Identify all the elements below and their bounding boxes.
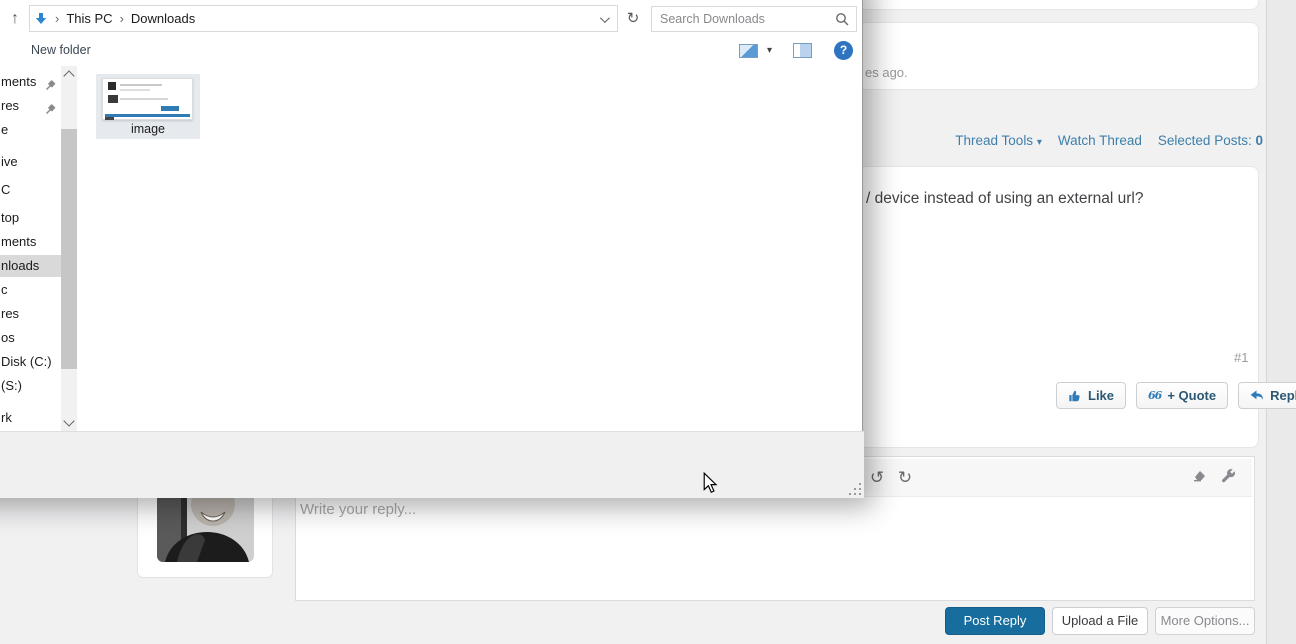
downloads-folder-icon	[35, 12, 47, 24]
wrench-icon[interactable]	[1221, 468, 1236, 488]
sidebar-item[interactable]: ments	[0, 231, 61, 253]
thumbs-up-icon	[1069, 390, 1080, 401]
thread-tools-menu[interactable]: Thread Tools ▾	[955, 133, 1042, 148]
reply-textarea[interactable]	[300, 501, 1250, 596]
sidebar-item[interactable]: (S:)	[0, 375, 61, 397]
sidebar-scrollbar[interactable]	[61, 66, 77, 431]
screen: es ago. Thread Tools ▾ Watch Thread Sele…	[0, 0, 1296, 644]
redo-icon[interactable]: ↻	[891, 468, 919, 488]
breadcrumb-separator: ›	[55, 11, 60, 26]
refresh-icon[interactable]: ↻	[621, 7, 645, 31]
up-directory-button[interactable]: ↑	[4, 7, 26, 31]
breadcrumb-this-pc[interactable]: This PC	[66, 11, 112, 26]
resize-grip[interactable]	[849, 483, 861, 495]
reply-button[interactable]: Reply	[1238, 382, 1296, 409]
sidebar-item[interactable]: c	[0, 279, 61, 301]
watch-thread-link[interactable]: Watch Thread	[1058, 133, 1142, 148]
search-input[interactable]	[652, 7, 822, 31]
selected-posts-count: 0	[1255, 133, 1263, 148]
more-options-button[interactable]: More Options...	[1155, 607, 1255, 635]
preview-pane-icon[interactable]	[793, 43, 813, 58]
file-open-dialog: ↑ › This PC › Downloads ↻ New folder ▾ ?	[0, 0, 864, 498]
sidebar-item[interactable]: os	[0, 327, 61, 349]
file-item-image[interactable]: image	[96, 74, 200, 139]
sidebar-item[interactable]: C	[0, 179, 61, 201]
sidebar-item[interactable]: ments	[0, 71, 61, 93]
selected-posts[interactable]: Selected Posts: 0	[1158, 133, 1263, 148]
sidebar-item[interactable]: ive	[0, 151, 61, 173]
scroll-up-icon[interactable]	[63, 70, 75, 82]
thread-toolbar: Thread Tools ▾ Watch Thread Selected Pos…	[955, 133, 1263, 148]
address-bar[interactable]: › This PC › Downloads	[29, 5, 618, 32]
post-action-buttons: Like 66 + Quote Reply	[1056, 382, 1296, 409]
sidebar-item[interactable]: res	[0, 303, 61, 325]
sidebar-item[interactable]: res	[0, 95, 61, 117]
search-box	[651, 6, 857, 32]
remove-formatting-icon[interactable]	[1190, 468, 1207, 487]
scroll-down-icon[interactable]	[63, 415, 75, 427]
page-right-gutter	[1266, 0, 1296, 644]
view-options: ▾ ?	[739, 41, 854, 60]
dialog-footer: File name: Custom Files Open Cancel	[0, 431, 864, 498]
undo-icon[interactable]: ↺	[863, 468, 891, 488]
breadcrumb-separator: ›	[119, 11, 124, 26]
upload-file-button[interactable]: Upload a File	[1052, 607, 1148, 635]
sidebar-item-downloads[interactable]: nloads	[0, 255, 61, 277]
search-icon[interactable]	[835, 12, 849, 31]
sidebar-item[interactable]: Disk (C:)	[0, 351, 61, 373]
like-button[interactable]: Like	[1056, 382, 1127, 409]
file-name-label: image	[130, 122, 166, 136]
post-title: / device instead of using an external ur…	[866, 190, 1144, 207]
notice-timestamp: es ago.	[865, 65, 908, 80]
post-number: #1	[1234, 350, 1249, 365]
quote-icon: 66	[1148, 389, 1162, 402]
scrollbar-thumb[interactable]	[61, 129, 77, 369]
new-folder-button[interactable]: New folder	[31, 43, 91, 57]
help-icon[interactable]: ?	[834, 41, 854, 60]
sidebar-item[interactable]: rk	[0, 407, 61, 429]
quote-button[interactable]: 66 + Quote	[1136, 382, 1229, 409]
sidebar-item[interactable]: e	[0, 119, 61, 141]
file-thumbnail	[102, 78, 193, 120]
post-reply-button[interactable]: Post Reply	[945, 607, 1045, 635]
breadcrumb-downloads[interactable]: Downloads	[131, 11, 195, 26]
reply-arrow-icon	[1250, 390, 1264, 400]
chevron-down-icon: ▾	[1036, 137, 1042, 148]
thumbnail-view-icon[interactable]	[739, 43, 758, 58]
sidebar-item[interactable]: top	[0, 207, 61, 229]
view-dropdown-icon[interactable]: ▾	[767, 45, 772, 56]
address-dropdown-icon[interactable]	[599, 11, 610, 26]
